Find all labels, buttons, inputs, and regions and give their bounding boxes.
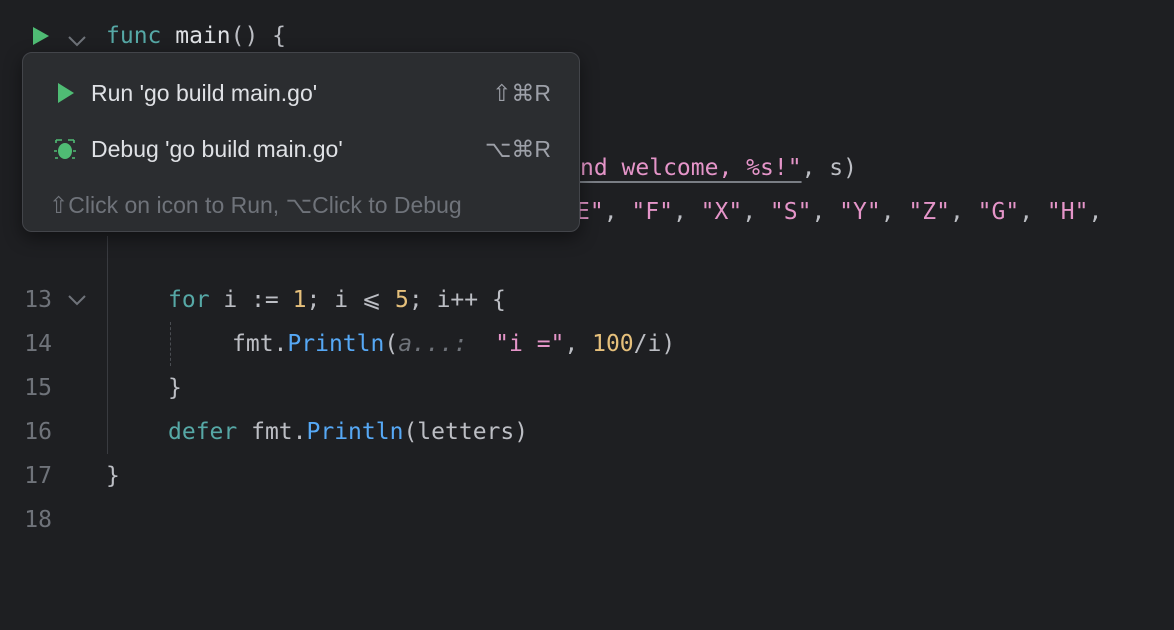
string-literal: "Z" <box>908 199 950 225</box>
code-text: ( <box>384 331 399 357</box>
debug-bug-icon <box>53 137 77 161</box>
string-literal: "Y" <box>839 199 881 225</box>
run-shortcut: ⇧⌘R <box>492 80 551 106</box>
fold-chevron-down-icon[interactable] <box>66 278 88 322</box>
parameter-hint: a...: <box>398 331 468 357</box>
string-literal: "G" <box>977 199 1020 225</box>
code-text: , <box>1019 199 1047 225</box>
code-line-13: 13 <box>0 234 1174 313</box>
function-name: Println <box>287 331 385 357</box>
string-literal: "H" <box>1046 199 1089 225</box>
code-text: i := <box>209 287 293 313</box>
code-text: } <box>106 463 120 489</box>
number-literal: 1 <box>292 287 307 313</box>
code-text: () { <box>230 23 287 49</box>
debug-shortcut: ⌥⌘R <box>484 136 551 162</box>
code-text: , <box>564 331 593 357</box>
code-line-16: 16 } <box>0 366 1174 445</box>
popup-hint-text: ⇧Click on icon to Run, ⌥Click to Debug <box>49 192 462 218</box>
code-text: (letters) <box>403 419 529 445</box>
string-literal: E" <box>576 199 604 225</box>
package-name: fmt <box>251 419 293 445</box>
code-text: , <box>603 199 632 225</box>
code-text: . <box>273 331 288 357</box>
string-literal: "i =" <box>495 331 565 357</box>
string-literal: "X" <box>700 199 743 225</box>
code-text: , <box>742 199 770 225</box>
code-text: ; i++ { <box>408 287 506 313</box>
debug-menu-item[interactable]: Debug 'go build main.go' ⌥⌘R <box>31 125 571 173</box>
run-label: Run 'go build main.go' <box>91 80 318 106</box>
code-line-14: 14 for i := 1; i ⩽ 5; i++ { <box>0 278 1174 357</box>
function-name: Println <box>306 419 404 445</box>
keyword: func <box>106 23 162 49</box>
code-line-17: 17 defer fmt.Println(letters) <box>0 410 1174 489</box>
string-literal: "S" <box>769 199 812 225</box>
code-text: , <box>1088 199 1117 225</box>
code-text: , s) <box>801 155 857 181</box>
keyword: for <box>168 287 210 313</box>
line-number: 18 <box>24 507 52 533</box>
number-literal: 5 <box>395 287 409 313</box>
debug-label: Debug 'go build main.go' <box>91 136 343 162</box>
code-text: , <box>811 199 840 225</box>
run-menu-item[interactable]: Run 'go build main.go' ⇧⌘R <box>31 69 571 117</box>
code-line-15: 15 fmt.Println(a...: "i =", 100/i) <box>0 322 1174 401</box>
code-text: /i) <box>633 331 676 357</box>
number-literal: 100 <box>592 331 634 357</box>
code-text: } <box>168 375 182 401</box>
keyword: defer <box>168 419 238 445</box>
run-debug-popup: Run 'go build main.go' ⇧⌘R Debug 'go bui… <box>22 52 580 232</box>
run-icon <box>53 81 77 105</box>
code-text: . <box>292 419 307 445</box>
string-literal: nd welcome, %s!" <box>580 155 802 181</box>
code-line-18: 18 } <box>0 454 1174 533</box>
function-name: main <box>175 23 231 49</box>
string-literal: "F" <box>631 199 673 225</box>
package-name: fmt <box>232 331 274 357</box>
code-text: ; i ⩽ <box>306 287 396 313</box>
code-text: , <box>949 199 978 225</box>
code-text: , <box>880 199 909 225</box>
code-text: , <box>672 199 701 225</box>
